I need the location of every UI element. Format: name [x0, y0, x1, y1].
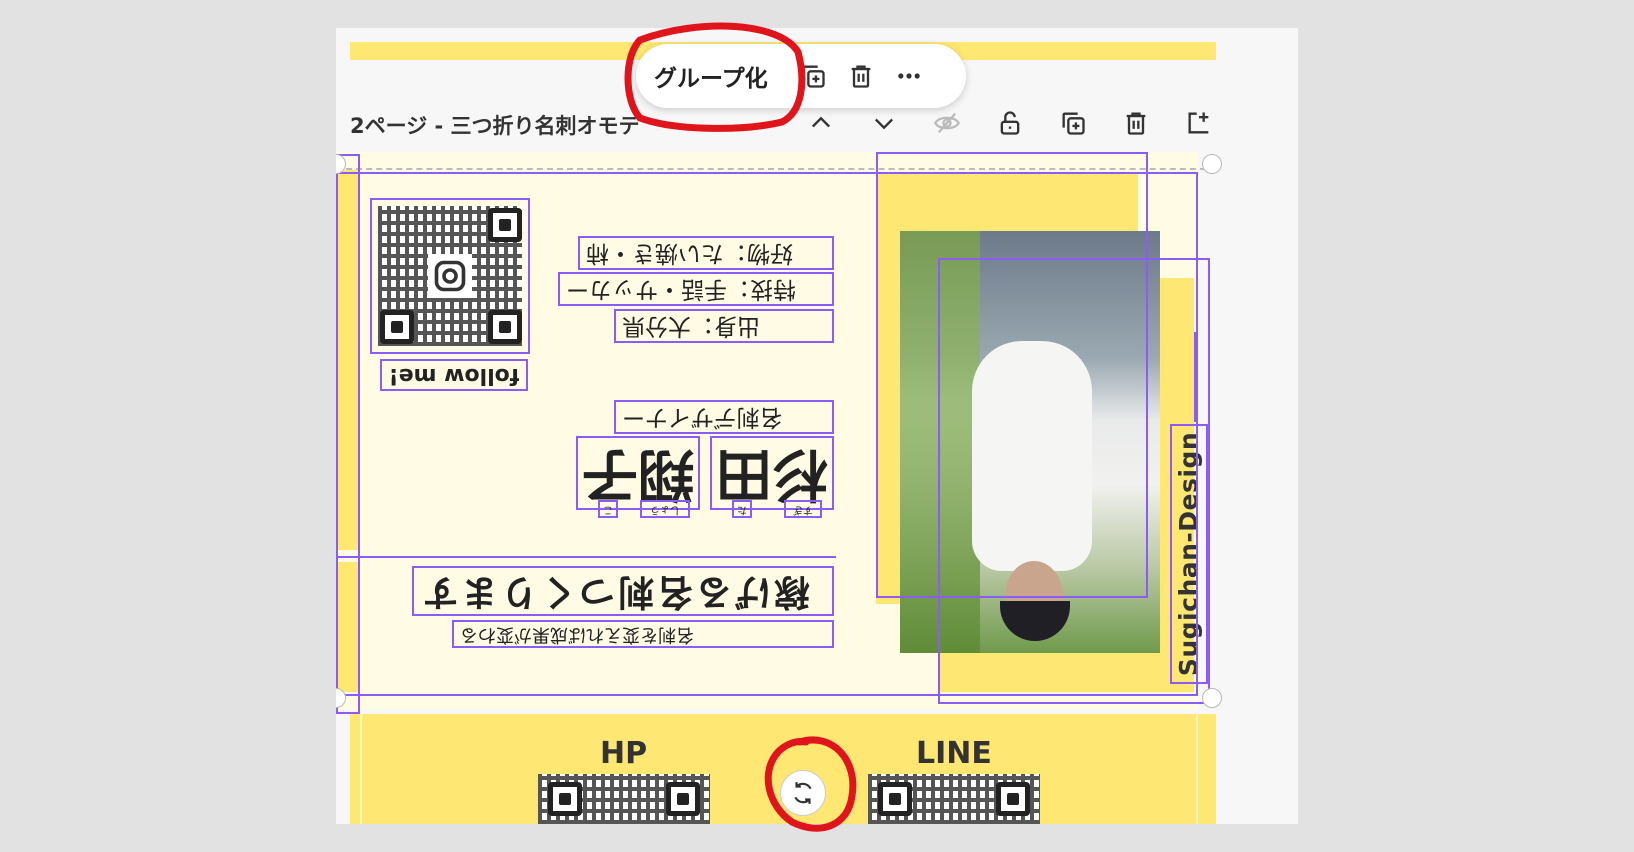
- red-annotations: [624, 22, 857, 832]
